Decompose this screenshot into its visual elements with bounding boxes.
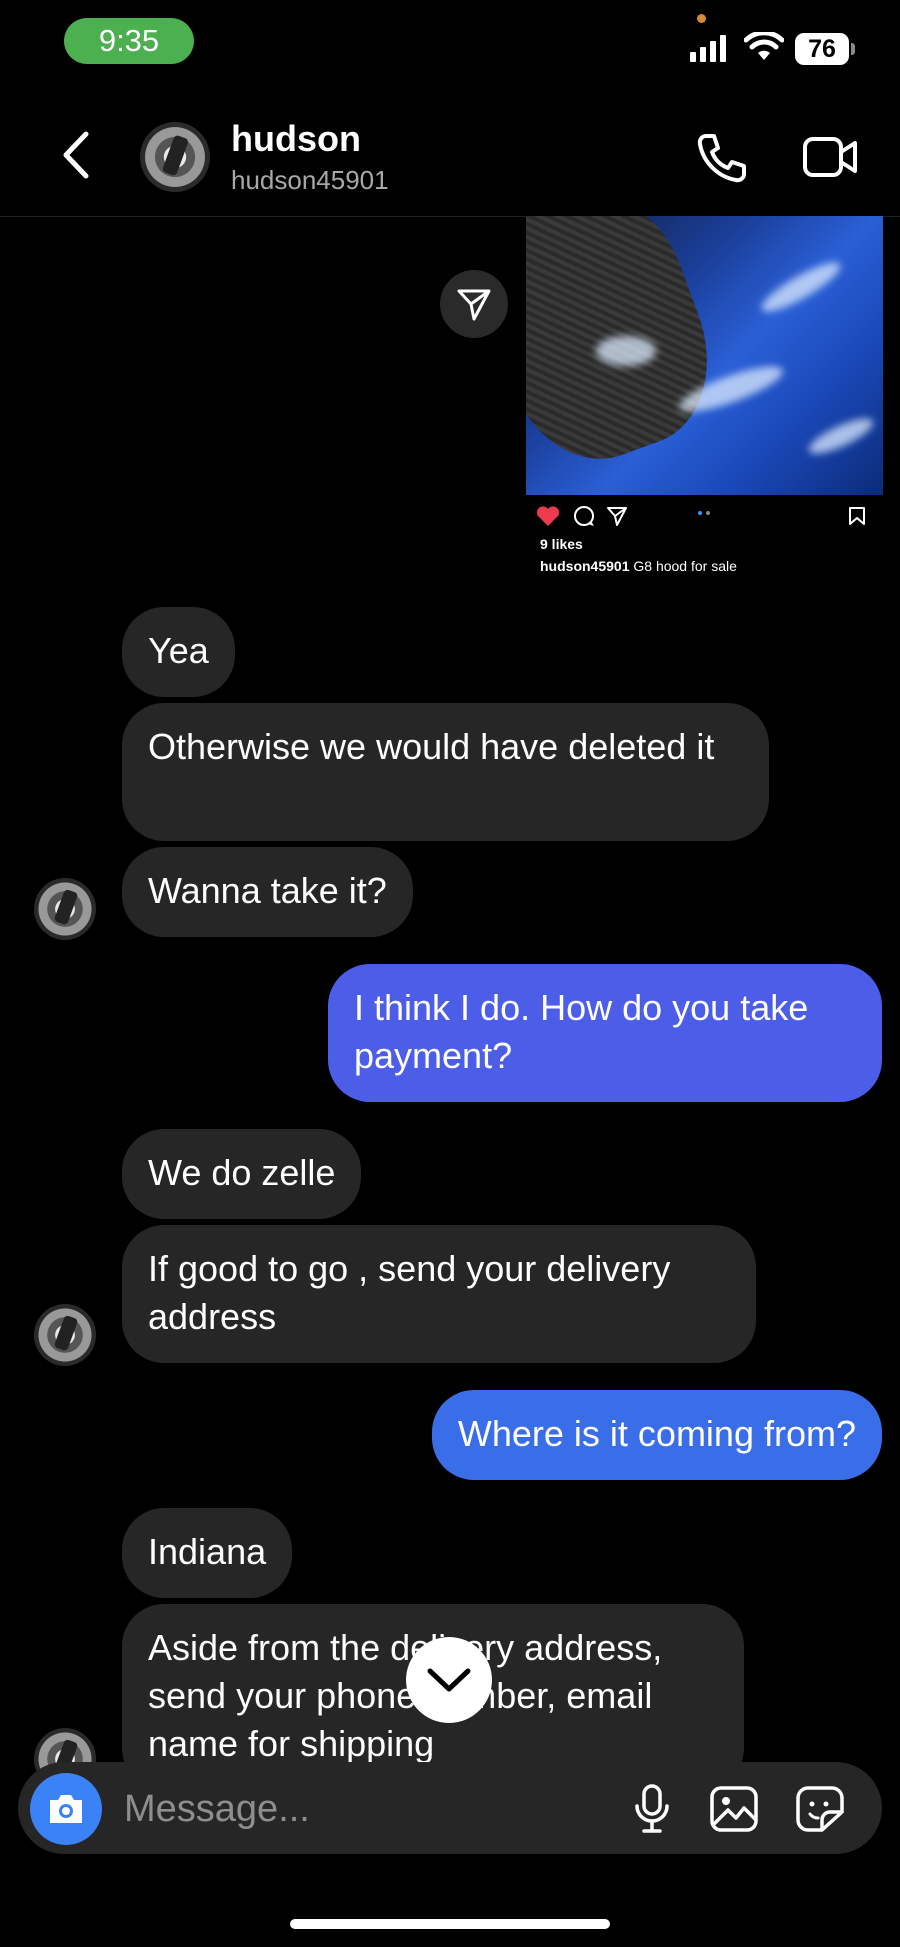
chevron-down-icon <box>427 1668 471 1692</box>
battery-cap <box>851 43 855 55</box>
message-incoming[interactable]: Wanna take it? <box>122 847 413 937</box>
message-incoming[interactable]: We do zelle <box>122 1129 362 1219</box>
privacy-indicator <box>697 14 706 23</box>
wifi-icon <box>744 32 784 62</box>
send-icon[interactable] <box>606 505 628 527</box>
sender-avatar[interactable] <box>34 1304 96 1366</box>
battery-indicator: 76 <box>795 33 849 65</box>
contact-handle[interactable]: hudson45901 <box>231 165 389 196</box>
share-icon <box>457 289 491 321</box>
gallery-icon[interactable] <box>710 1786 758 1832</box>
message-outgoing[interactable]: I think I do. How do you take payment? <box>328 964 882 1102</box>
video-icon[interactable] <box>802 134 858 180</box>
bookmark-icon[interactable] <box>848 506 866 526</box>
scroll-to-bottom-button[interactable] <box>406 1637 492 1723</box>
back-chevron-icon[interactable] <box>60 130 92 180</box>
camera-icon <box>50 1795 82 1823</box>
message-outgoing[interactable]: Where is it coming from? <box>431 1390 882 1480</box>
post-likes: 9 likes <box>540 536 583 552</box>
status-time: 9:35 <box>64 18 194 64</box>
message-incoming[interactable]: Yea <box>122 607 235 697</box>
sender-avatar[interactable] <box>34 878 96 940</box>
message-incoming[interactable]: Indiana <box>122 1508 293 1598</box>
post-image[interactable] <box>526 216 883 495</box>
post-caption-user: hudson45901 <box>540 558 630 574</box>
post-caption: hudson45901 G8 hood for sale <box>540 558 737 574</box>
carousel-dots <box>698 511 712 516</box>
avatar[interactable] <box>140 122 210 192</box>
message-input[interactable] <box>122 1780 606 1838</box>
microphone-icon[interactable] <box>634 1784 670 1834</box>
post-caption-text: G8 hood for sale <box>633 558 737 574</box>
heart-icon[interactable] <box>536 505 560 527</box>
share-post-button[interactable] <box>440 270 508 338</box>
message-incoming[interactable]: Otherwise we would have deleted it <box>122 703 769 841</box>
home-indicator[interactable] <box>290 1919 610 1929</box>
message-incoming[interactable]: If good to go , send your delivery addre… <box>122 1225 756 1363</box>
comment-icon[interactable] <box>572 505 596 527</box>
signal-icon <box>690 34 726 62</box>
camera-button[interactable] <box>30 1773 102 1845</box>
contact-name[interactable]: hudson <box>231 118 361 160</box>
phone-icon[interactable] <box>696 132 748 184</box>
sticker-icon[interactable] <box>796 1786 844 1832</box>
